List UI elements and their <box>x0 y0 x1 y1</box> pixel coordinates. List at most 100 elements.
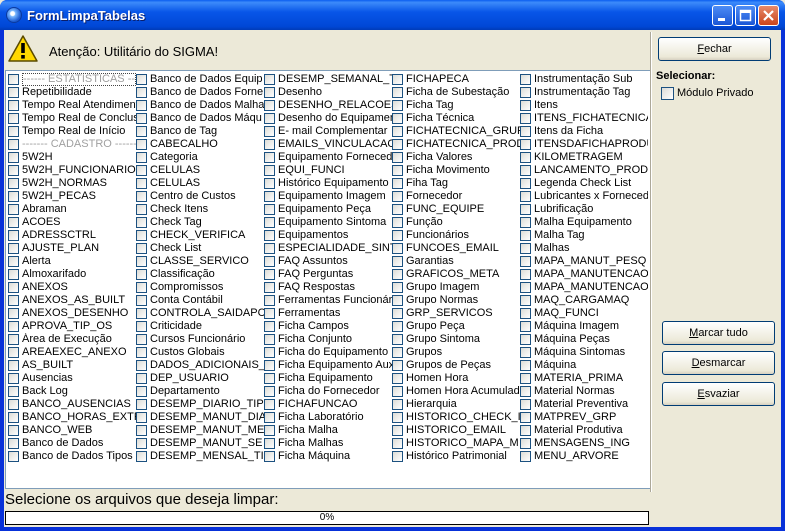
table-checkbox[interactable] <box>392 360 403 371</box>
table-checkbox[interactable] <box>8 282 19 293</box>
list-item[interactable]: ACOES <box>8 216 136 229</box>
empty-button[interactable]: Esvaziar <box>662 382 775 406</box>
unmark-button[interactable]: Desmarcar <box>662 351 775 375</box>
table-checkbox[interactable] <box>392 412 403 423</box>
table-checkbox[interactable] <box>520 334 531 345</box>
table-checkbox[interactable] <box>392 425 403 436</box>
table-checkbox[interactable] <box>520 74 531 85</box>
list-item[interactable]: EMAILS_VINCULACAO <box>264 138 392 151</box>
table-checkbox[interactable] <box>392 295 403 306</box>
list-item[interactable]: FICHATECNICA_GRUP <box>392 125 520 138</box>
list-item[interactable]: DADOS_ADICIONAIS_ <box>136 359 264 372</box>
table-checkbox[interactable] <box>264 152 275 163</box>
list-item[interactable]: Material Produtiva <box>520 424 648 437</box>
list-item[interactable]: Back Log <box>8 385 136 398</box>
list-item[interactable]: MATERIA_PRIMA <box>520 372 648 385</box>
list-item[interactable]: Instrumentação Sub <box>520 73 648 86</box>
list-item[interactable]: MAPA_MANUTENCAO <box>520 281 648 294</box>
table-checkbox[interactable] <box>520 243 531 254</box>
table-checkbox[interactable] <box>8 204 19 215</box>
list-item[interactable]: Ficha Movimento <box>392 164 520 177</box>
list-item[interactable]: CELULAS <box>136 164 264 177</box>
table-checkbox[interactable] <box>392 282 403 293</box>
table-checkbox[interactable] <box>264 425 275 436</box>
table-checkbox[interactable] <box>392 373 403 384</box>
table-checkbox[interactable] <box>520 217 531 228</box>
table-checkbox[interactable] <box>8 165 19 176</box>
table-checkbox[interactable] <box>264 282 275 293</box>
table-checkbox[interactable] <box>264 243 275 254</box>
list-item[interactable]: Legenda Check List <box>520 177 648 190</box>
table-checkbox[interactable] <box>520 178 531 189</box>
table-checkbox[interactable] <box>264 347 275 358</box>
table-checkbox[interactable] <box>264 178 275 189</box>
list-item[interactable]: 5W2H_NORMAS <box>8 177 136 190</box>
table-checkbox[interactable] <box>392 74 403 85</box>
list-item[interactable]: 5W2H <box>8 151 136 164</box>
list-item[interactable]: Malhas <box>520 242 648 255</box>
table-checkbox[interactable] <box>8 230 19 241</box>
table-checkbox[interactable] <box>136 334 147 345</box>
list-item[interactable]: FAQ Assuntos <box>264 255 392 268</box>
list-item[interactable]: DESEMP_MENSAL_TI <box>136 450 264 463</box>
list-item[interactable]: FUNC_EQUIPE <box>392 203 520 216</box>
table-checkbox[interactable] <box>520 126 531 137</box>
list-item[interactable]: Classificação <box>136 268 264 281</box>
table-checkbox[interactable] <box>136 204 147 215</box>
list-item[interactable]: Fornecedor <box>392 190 520 203</box>
table-checkbox[interactable] <box>136 165 147 176</box>
list-item[interactable]: Ferramentas Funcionário <box>264 294 392 307</box>
table-checkbox[interactable] <box>520 308 531 319</box>
table-checkbox[interactable] <box>8 412 19 423</box>
close-button[interactable]: Fechar <box>658 37 771 61</box>
table-checkbox[interactable] <box>392 230 403 241</box>
list-item[interactable]: Banco de Dados <box>8 437 136 450</box>
list-item[interactable]: Área de Execução <box>8 333 136 346</box>
list-item[interactable]: Criticidade <box>136 320 264 333</box>
list-item[interactable]: Máquina Imagem <box>520 320 648 333</box>
list-item[interactable]: Cursos Funcionário <box>136 333 264 346</box>
table-checkbox[interactable] <box>264 399 275 410</box>
table-checkbox[interactable] <box>392 126 403 137</box>
list-item[interactable]: Check Tag <box>136 216 264 229</box>
list-item[interactable]: FICHATECNICA_PROD <box>392 138 520 151</box>
list-item[interactable]: DESENHO_RELACOES <box>264 99 392 112</box>
list-item[interactable]: Máquina Peças <box>520 333 648 346</box>
list-item[interactable]: Lubricantes x Forneced <box>520 190 648 203</box>
list-item[interactable]: HISTORICO_MAPA_M <box>392 437 520 450</box>
list-item[interactable]: Ausencias <box>8 372 136 385</box>
list-item[interactable]: Ficha Tag <box>392 99 520 112</box>
list-item[interactable]: MAPA_MANUT_PESQ <box>520 255 648 268</box>
list-item[interactable]: Ficha do Equipamento <box>264 346 392 359</box>
table-checkbox[interactable] <box>264 256 275 267</box>
table-checkbox[interactable] <box>136 100 147 111</box>
list-item[interactable]: DESEMP_MANUT_SE <box>136 437 264 450</box>
table-checkbox[interactable] <box>392 399 403 410</box>
list-item[interactable]: Ficha do Fornecedor <box>264 385 392 398</box>
list-item[interactable]: CLASSE_SERVICO <box>136 255 264 268</box>
list-item[interactable]: Desenho do Equipamento <box>264 112 392 125</box>
list-item[interactable]: Banco de Tag <box>136 125 264 138</box>
table-checkbox[interactable] <box>8 399 19 410</box>
table-checkbox[interactable] <box>520 360 531 371</box>
table-checkbox[interactable] <box>392 386 403 397</box>
list-item[interactable]: Ficha Campos <box>264 320 392 333</box>
table-checkbox[interactable] <box>520 139 531 150</box>
list-item[interactable]: AREAEXEC_ANEXO <box>8 346 136 359</box>
list-item[interactable]: Itens <box>520 99 648 112</box>
table-checkbox[interactable] <box>520 321 531 332</box>
list-item[interactable]: Abraman <box>8 203 136 216</box>
table-checkbox[interactable] <box>264 386 275 397</box>
table-checkbox[interactable] <box>264 451 275 462</box>
list-item[interactable]: ESPECIALIDADE_SINT <box>264 242 392 255</box>
table-checkbox[interactable] <box>392 139 403 150</box>
list-item[interactable]: Ficha Malhas <box>264 437 392 450</box>
table-checkbox[interactable] <box>8 321 19 332</box>
app-icon[interactable] <box>6 7 22 23</box>
table-checkbox[interactable] <box>136 256 147 267</box>
table-checkbox[interactable] <box>520 256 531 267</box>
table-checkbox[interactable] <box>520 386 531 397</box>
list-item[interactable]: ANEXOS_AS_BUILT <box>8 294 136 307</box>
table-checkbox[interactable] <box>136 230 147 241</box>
list-item[interactable]: Grupos de Peças <box>392 359 520 372</box>
